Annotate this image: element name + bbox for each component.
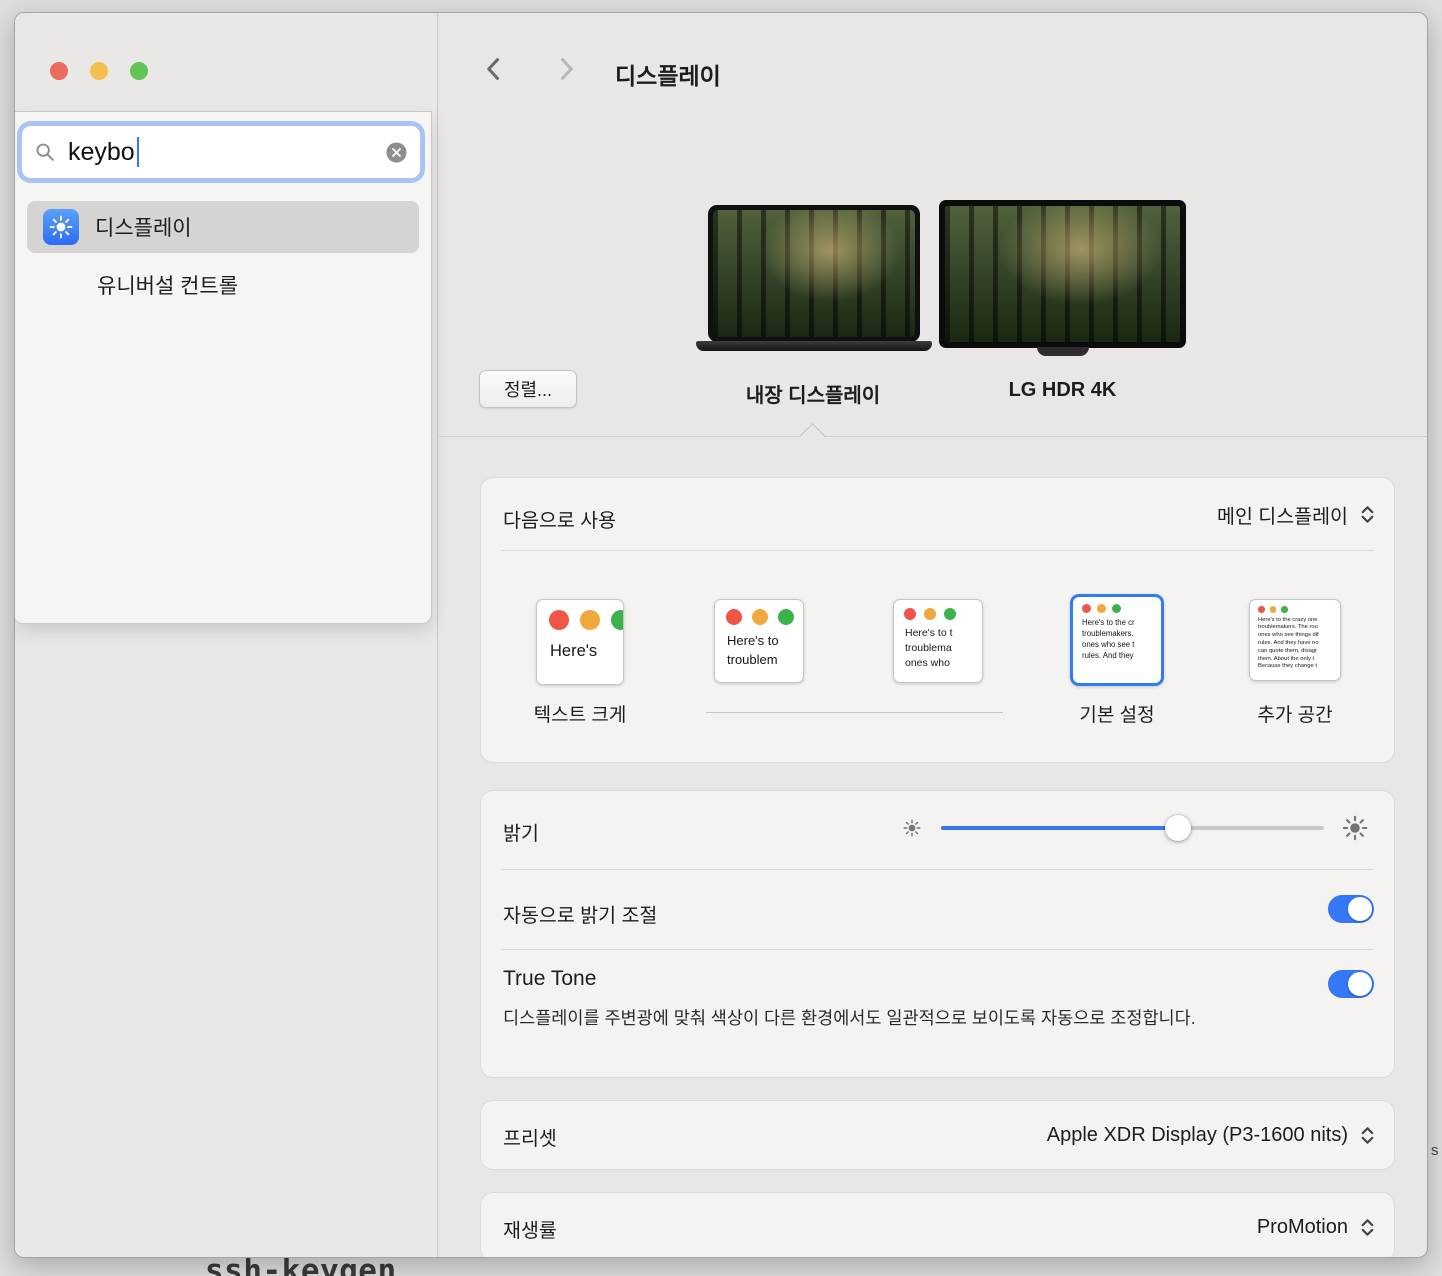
chevron-up-down-icon xyxy=(1357,504,1378,525)
brightness-slider[interactable] xyxy=(941,826,1324,830)
brightness-slider-knob[interactable] xyxy=(1165,815,1191,841)
external-display-thumbnail[interactable] xyxy=(939,200,1186,348)
scaling-preview-text: Here's to troublem xyxy=(715,625,803,670)
search-result-label: 유니버설 컨트롤 xyxy=(97,270,238,300)
search-input[interactable]: keybo xyxy=(21,125,421,179)
zoom-button[interactable] xyxy=(130,62,148,80)
refresh-rate-label: 재생률 xyxy=(503,1214,557,1243)
brightness-slider-fill xyxy=(941,826,1178,830)
brightness-low-icon xyxy=(903,819,921,837)
desktop: ssh-keygen s keybo 디스플레이 xyxy=(0,0,1442,1276)
search-query-text: keybo xyxy=(68,138,135,167)
scaling-label-more-space: 추가 공간 xyxy=(1220,700,1370,727)
macbook-base xyxy=(696,341,932,351)
monitor-stand xyxy=(1037,347,1089,356)
refresh-rate-panel: 재생률 ProMotion xyxy=(481,1193,1394,1258)
preset-dropdown[interactable]: Apple XDR Display (P3-1600 nits) xyxy=(1047,1101,1378,1169)
scaling-label-larger-text: 텍스트 크게 xyxy=(505,700,655,727)
forward-button[interactable] xyxy=(552,55,580,83)
true-tone-description: 디스플레이를 주변광에 맞춰 색상이 다른 환경에서도 일관적으로 보이도록 자… xyxy=(503,1004,1243,1032)
brightness-label: 밝기 xyxy=(503,817,539,846)
use-as-value: 메인 디스플레이 xyxy=(1217,500,1348,529)
row-divider xyxy=(501,869,1374,870)
search-result-displays[interactable]: 디스플레이 xyxy=(27,201,419,253)
scaling-option-more-space[interactable]: Here's to the crazy one troublemakers. T… xyxy=(1249,599,1341,681)
window-dots xyxy=(1250,600,1340,613)
scaling-option-2[interactable]: Here's to troublem xyxy=(714,599,804,683)
refresh-rate-value: ProMotion xyxy=(1257,1216,1348,1239)
preset-panel: 프리셋 Apple XDR Display (P3-1600 nits) xyxy=(481,1101,1394,1169)
chevron-up-down-icon xyxy=(1357,1217,1378,1238)
builtin-display-label: 내장 디스플레이 xyxy=(688,379,938,408)
use-as-label: 다음으로 사용 xyxy=(503,504,616,533)
scaling-option-3[interactable]: Here's to t troublema ones who xyxy=(893,599,983,683)
auto-brightness-label: 자동으로 밝기 조절 xyxy=(503,899,657,928)
arrange-button[interactable]: 정렬... xyxy=(479,370,577,408)
refresh-rate-dropdown[interactable]: ProMotion xyxy=(1257,1193,1378,1258)
close-button[interactable] xyxy=(50,62,68,80)
display-mode-panel: 다음으로 사용 메인 디스플레이 Here's Here's to troubl… xyxy=(481,478,1394,762)
search-result-label: 디스플레이 xyxy=(95,212,192,242)
external-display-label: LG HDR 4K xyxy=(939,379,1186,402)
window-dots xyxy=(715,600,803,625)
section-divider xyxy=(439,436,1428,437)
page-title: 디스플레이 xyxy=(615,57,721,91)
back-button[interactable] xyxy=(480,55,508,83)
window-dots xyxy=(537,600,623,630)
selected-display-caret xyxy=(799,423,826,450)
clear-search-icon[interactable] xyxy=(385,141,408,164)
search-results-popover: keybo 디스플레이 유니버설 컨트롤 xyxy=(15,111,432,624)
chevron-up-down-icon xyxy=(1357,1125,1378,1146)
scaling-preview-text: Here's xyxy=(537,630,623,661)
use-as-dropdown[interactable]: 메인 디스플레이 xyxy=(1217,478,1378,550)
scaling-preview-text: Here's to the cr troublemakers. ones who… xyxy=(1073,613,1161,662)
scaling-track-line xyxy=(706,712,1003,713)
scaling-preview-text: Here's to the crazy one troublemakers. T… xyxy=(1250,613,1340,672)
auto-brightness-toggle[interactable] xyxy=(1328,895,1374,923)
window-dots xyxy=(1073,597,1161,613)
scaling-option-larger-text[interactable]: Here's xyxy=(536,599,624,685)
minimize-button[interactable] xyxy=(90,62,108,80)
builtin-display-thumbnail[interactable] xyxy=(708,205,920,342)
sidebar: keybo 디스플레이 유니버설 컨트롤 xyxy=(15,13,438,1257)
brightness-high-icon xyxy=(1342,815,1368,841)
display-brightness-icon xyxy=(43,209,79,245)
true-tone-label: True Tone xyxy=(503,967,596,991)
background-edge-text: s xyxy=(1431,1142,1439,1159)
window-dots xyxy=(894,600,982,620)
true-tone-toggle[interactable] xyxy=(1328,970,1374,998)
search-result-universal-control[interactable]: 유니버설 컨트롤 xyxy=(27,262,419,308)
row-divider xyxy=(501,550,1374,551)
row-divider xyxy=(501,949,1374,950)
preset-label: 프리셋 xyxy=(503,1122,557,1151)
brightness-panel: 밝기 자동으로 밝기 조절 True Tone 디스플레이를 주변광에 맞춰 색… xyxy=(481,791,1394,1077)
text-caret xyxy=(137,137,139,167)
wallpaper-preview xyxy=(713,210,915,337)
preset-value: Apple XDR Display (P3-1600 nits) xyxy=(1047,1124,1348,1147)
scaling-option-default[interactable]: Here's to the cr troublemakers. ones who… xyxy=(1070,594,1164,686)
wallpaper-preview xyxy=(945,206,1180,342)
scaling-preview-text: Here's to t troublema ones who xyxy=(894,620,982,672)
scaling-label-default: 기본 설정 xyxy=(1042,700,1192,727)
search-icon xyxy=(34,141,56,163)
system-settings-window: keybo 디스플레이 유니버설 컨트롤 디스플레이 xyxy=(14,12,1428,1258)
